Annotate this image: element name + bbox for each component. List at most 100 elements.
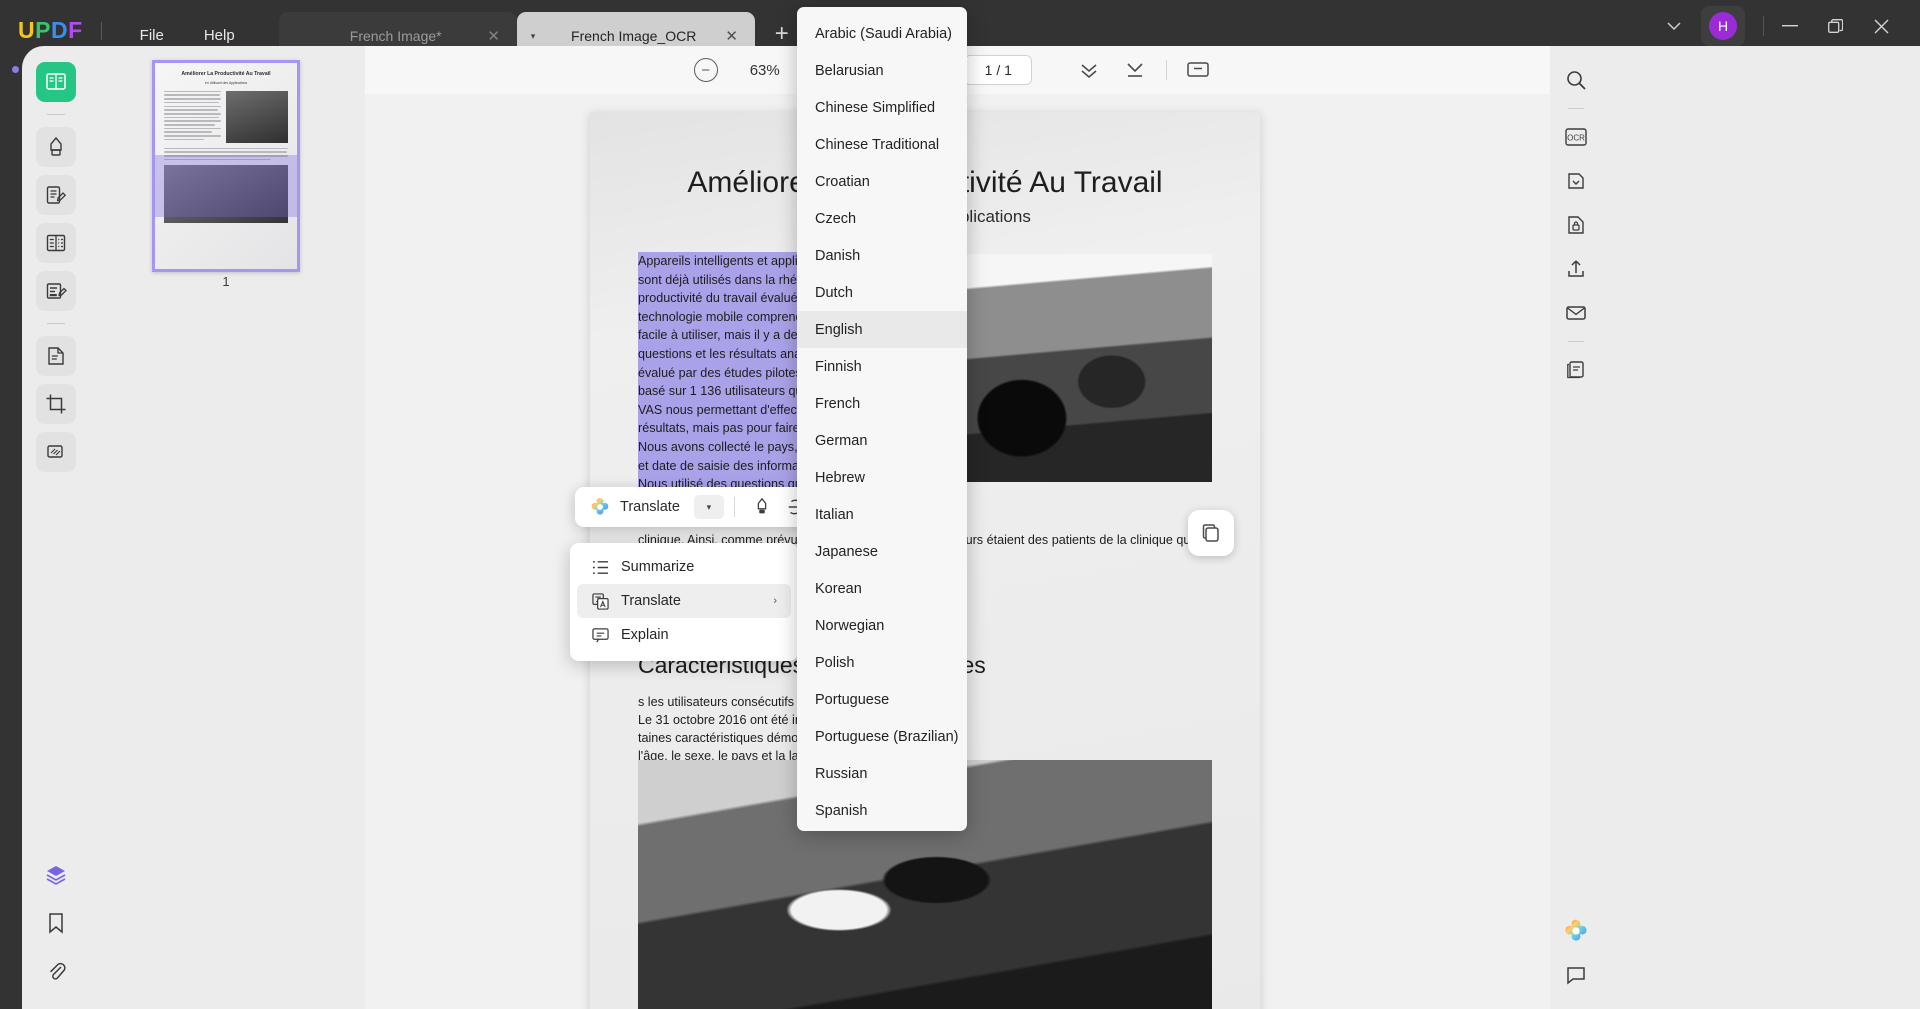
chat-icon[interactable]	[1558, 957, 1594, 993]
translate-button[interactable]: Translate	[575, 496, 680, 518]
translate-toolbar[interactable]: Translate ▾	[575, 487, 821, 527]
scroll-down-icon[interactable]	[1066, 53, 1112, 87]
sidebar-item-ocr[interactable]	[36, 336, 76, 376]
language-option[interactable]: Arabic (Saudi Arabia)	[797, 15, 967, 52]
language-option[interactable]: Portuguese (Brazilian)	[797, 718, 967, 755]
chevron-down-icon[interactable]: ▾	[531, 31, 545, 42]
language-option-selected[interactable]: English	[797, 311, 967, 348]
sidebar-item-organize-pages[interactable]	[36, 223, 76, 263]
list-icon	[591, 558, 609, 576]
zoom-out-button[interactable]: −	[693, 58, 718, 82]
sidebar-item-form[interactable]	[36, 271, 76, 311]
avatar[interactable]: H	[1701, 6, 1745, 46]
share-icon[interactable]	[1558, 251, 1594, 287]
thumbnail-page-number: 1	[222, 274, 230, 289]
status-dot	[12, 66, 19, 73]
language-option[interactable]: French	[797, 385, 967, 422]
page-thumbnail[interactable]: Améliorer La Productivité Au Travail en …	[152, 60, 300, 272]
language-dropdown[interactable]: Arabic (Saudi Arabia) Belarusian Chinese…	[797, 7, 967, 831]
thumbnail-photo-1	[226, 90, 288, 143]
attachment-panel-button[interactable]	[36, 951, 76, 991]
thumbnail-doc-title: Améliorer La Productivité Au Travail	[181, 71, 271, 77]
language-option[interactable]: Finnish	[797, 348, 967, 385]
context-menu-label: Explain	[621, 627, 669, 643]
language-option[interactable]: Dutch	[797, 274, 967, 311]
sidebar-item-crop[interactable]	[36, 384, 76, 424]
batch-icon[interactable]	[1558, 352, 1594, 388]
context-menu-item-translate[interactable]: Translate ›	[577, 584, 791, 618]
ai-context-menu: Summarize Translate › Explain	[570, 543, 798, 661]
right-toolbar: OCR	[1550, 46, 1602, 1009]
fit-page-icon[interactable]	[1112, 53, 1158, 87]
language-option[interactable]: Korean	[797, 570, 967, 607]
search-icon[interactable]	[1558, 62, 1594, 98]
language-option[interactable]: Croatian	[797, 163, 967, 200]
thumbnail-panel: Améliorer La Productivité Au Travail en …	[90, 46, 365, 1009]
updf-logo: UPDF	[18, 17, 83, 44]
ai-assistant-icon[interactable]	[1558, 913, 1594, 949]
language-option[interactable]: Danish	[797, 237, 967, 274]
language-option[interactable]: Polish	[797, 644, 967, 681]
thumbnail-doc-subtitle: en Utilisant des Applications	[204, 80, 248, 85]
controls-divider	[1763, 16, 1764, 36]
sidebar-item-protect[interactable]	[36, 432, 76, 472]
chevron-down-icon[interactable]: ▾	[693, 495, 724, 519]
tab-title: French Image*	[349, 28, 442, 44]
translate-divider	[733, 497, 735, 517]
logo-letter-u: U	[18, 17, 36, 43]
titlebar-divider	[100, 22, 102, 40]
thumbnail-selection-overlay	[155, 155, 297, 217]
zoom-level-value[interactable]: 63%	[750, 62, 780, 79]
language-option[interactable]: Chinese Traditional	[797, 126, 967, 163]
window-controls: H	[1647, 6, 1920, 46]
sidebar-item-comment[interactable]	[36, 127, 76, 167]
right-divider	[1568, 108, 1584, 109]
sidebar-item-edit-pdf[interactable]	[36, 175, 76, 215]
language-option[interactable]: Spanish	[797, 792, 967, 829]
tab-close-icon[interactable]: ✕	[485, 27, 503, 45]
language-option[interactable]: German	[797, 422, 967, 459]
language-option[interactable]: Chinese Simplified	[797, 89, 967, 126]
menu-file[interactable]: File	[120, 27, 184, 44]
context-menu-item-summarize[interactable]: Summarize	[577, 550, 791, 584]
chevron-down-icon[interactable]	[1647, 21, 1701, 31]
tab-title: French Image_OCR	[571, 28, 697, 44]
highlight-icon[interactable]	[745, 492, 779, 522]
context-menu-label: Translate	[621, 593, 681, 609]
language-option[interactable]: Norwegian	[797, 607, 967, 644]
language-option[interactable]: Russian	[797, 755, 967, 792]
copy-icon[interactable]	[1188, 510, 1234, 556]
toolbar-divider	[47, 114, 65, 115]
close-button[interactable]	[1874, 19, 1920, 34]
language-option[interactable]: Belarusian	[797, 52, 967, 89]
minimize-button[interactable]	[1782, 25, 1828, 27]
maximize-button[interactable]	[1828, 18, 1874, 34]
sidebar-item-reader[interactable]	[36, 62, 76, 102]
layers-panel-button[interactable]	[36, 855, 76, 895]
tab-close-icon[interactable]: ✕	[723, 27, 741, 45]
presentation-mode-icon[interactable]	[1175, 53, 1221, 87]
left-toolbar	[22, 46, 90, 1009]
ocr-icon[interactable]: OCR	[1558, 119, 1594, 155]
explain-icon	[591, 626, 609, 644]
language-option[interactable]: Japanese	[797, 533, 967, 570]
document-photo-1	[948, 254, 1212, 482]
context-menu-label: Summarize	[621, 559, 695, 575]
compress-icon[interactable]	[1558, 163, 1594, 199]
language-option[interactable]: Hebrew	[797, 459, 967, 496]
translate-label: Translate	[620, 499, 680, 515]
right-divider-2	[1568, 341, 1584, 342]
bookmark-panel-button[interactable]	[36, 903, 76, 943]
language-option[interactable]: Portuguese	[797, 681, 967, 718]
translate-icon	[591, 592, 609, 610]
menu-help[interactable]: Help	[184, 27, 255, 44]
logo-letter-d: D	[50, 17, 69, 43]
context-menu-item-explain[interactable]: Explain	[577, 618, 791, 652]
protect-icon[interactable]	[1558, 207, 1594, 243]
new-tab-button[interactable]: +	[775, 20, 789, 48]
page-indicator[interactable]: 1 / 1	[964, 55, 1033, 85]
language-option[interactable]: Czech	[797, 200, 967, 237]
email-icon[interactable]	[1558, 295, 1594, 331]
language-option[interactable]: Italian	[797, 496, 967, 533]
logo-letter-p: P	[35, 17, 51, 43]
